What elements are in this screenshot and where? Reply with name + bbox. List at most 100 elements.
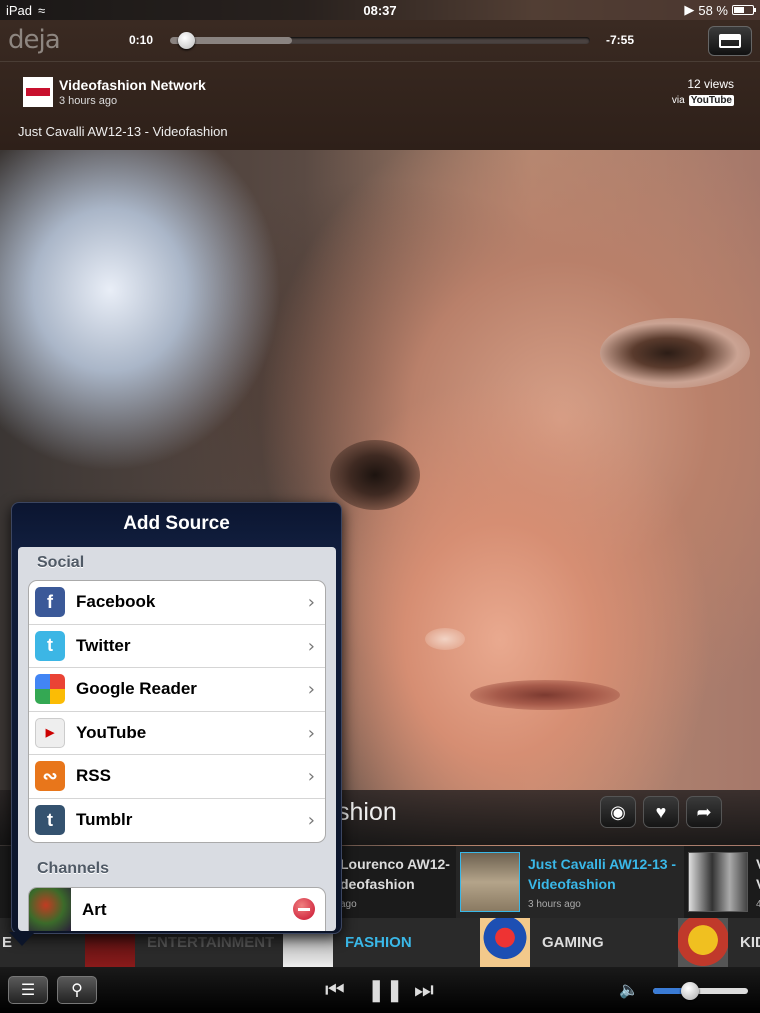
strip-item-time: ago: [340, 899, 357, 910]
section-header-social: Social: [37, 554, 85, 571]
strip-item[interactable]: V V 4: [686, 846, 760, 918]
volume-icon: 🔈: [619, 982, 639, 999]
play-indicator-icon: ▶: [684, 2, 695, 17]
battery-percent: 58 %: [698, 2, 728, 18]
scrubber-bar: deja 0:10 -7:55: [0, 20, 760, 62]
source-row-youtube[interactable]: ▶ YouTube ›: [29, 712, 325, 755]
search-button[interactable]: ⚲: [57, 976, 97, 1004]
twitter-icon: t: [35, 630, 65, 661]
source-row-facebook[interactable]: f Facebook ›: [29, 581, 325, 625]
list-button[interactable]: ☰: [8, 976, 48, 1004]
source-label: Tumblr: [76, 810, 133, 830]
category-title: shion: [337, 798, 397, 826]
strip-item-title: Just Cavalli AW12-13 -: [528, 856, 677, 872]
list-icon: ☰: [20, 982, 36, 999]
view-count: 12 views: [687, 77, 734, 91]
channel-tab[interactable]: KID: [678, 918, 760, 967]
chevron-right-icon: ›: [307, 766, 315, 787]
remaining-time: -7:55: [606, 33, 635, 47]
channel-tab[interactable]: GAMING: [480, 918, 604, 967]
elapsed-time: 0:10: [129, 33, 154, 47]
strip-item[interactable]: Lourenco AW12- deofashion ago: [335, 846, 455, 918]
mario-thumbnail: [480, 918, 530, 967]
youtube-icon: ▶: [35, 717, 65, 748]
chevron-right-icon: ›: [307, 679, 315, 700]
volume-slider[interactable]: [653, 982, 748, 1000]
video-detail-mouth: [470, 680, 620, 710]
source-row-art[interactable]: Art: [29, 888, 325, 931]
source-label: RSS: [76, 766, 111, 786]
youtube-logo-icon: YouTube: [688, 95, 734, 106]
art-thumbnail: [29, 888, 71, 931]
status-clock: 08:37: [363, 2, 397, 18]
video-detail-eye: [600, 318, 750, 388]
strip-item-title-2: deofashion: [340, 876, 415, 892]
pause-icon: ❚❚: [367, 977, 404, 1002]
like-button[interactable]: ♥: [643, 796, 679, 828]
strip-item-title: V: [756, 854, 760, 874]
channel-label: GAMING: [542, 934, 604, 951]
channel-label: ENTERTAINMENT: [147, 934, 275, 951]
source-label: YouTube: [76, 722, 147, 742]
skip-back-icon: ⏮: [325, 977, 345, 1002]
target-button[interactable]: ◉: [600, 796, 636, 828]
skip-forward-icon: ⏭: [414, 977, 434, 1002]
source-label: Google Reader: [76, 679, 197, 699]
wifi-icon: ≈: [38, 2, 46, 18]
chevron-right-icon: ›: [307, 809, 315, 831]
video-title: Just Cavalli AW12-13 - Videofashion: [18, 124, 228, 139]
rss-icon: ∾: [35, 761, 65, 792]
target-icon: ◉: [610, 801, 626, 822]
facebook-icon: f: [35, 587, 65, 618]
section-header-channels: Channels: [37, 860, 110, 877]
strip-item-title-2: Videofashion: [528, 876, 616, 892]
chevron-right-icon: ›: [307, 592, 315, 613]
strip-item-title: Lourenco AW12-: [340, 856, 450, 872]
playback-controls: ☰ ⚲ ⏮ ❚❚ ⏭ 🔈: [0, 967, 760, 1013]
via-label: via: [671, 95, 685, 106]
previous-button[interactable]: ⏮: [325, 977, 345, 1003]
source-row-twitter[interactable]: t Twitter ›: [29, 625, 325, 668]
source-row-tumblr[interactable]: t Tumblr ›: [29, 799, 325, 843]
share-button[interactable]: ➦: [686, 796, 722, 828]
video-detail-eye-left: [330, 440, 420, 510]
posted-time: 3 hours ago: [59, 95, 118, 107]
pause-button[interactable]: ❚❚: [367, 977, 404, 1003]
volume-knob[interactable]: [681, 982, 700, 1000]
strip-item-time: 3 hours ago: [528, 899, 581, 910]
tumblr-icon: t: [35, 805, 65, 836]
fullscreen-icon: [719, 34, 741, 48]
status-bar: iPad ≈ 08:37 ▶ 58 %: [0, 0, 760, 20]
progress-track[interactable]: [170, 32, 590, 49]
source-row-google-reader[interactable]: Google Reader ›: [29, 668, 325, 712]
device-name: iPad: [6, 2, 33, 18]
muppets-thumbnail: [678, 918, 728, 967]
via-source: via YouTube: [672, 95, 734, 106]
channel-label: FASHION: [345, 934, 412, 951]
strip-item-time: 4: [756, 899, 760, 910]
add-source-popover: Add Source Social f Facebook › t Twitter…: [11, 502, 342, 934]
heart-icon: ♥: [655, 801, 667, 822]
progress-knob[interactable]: [178, 32, 196, 49]
chevron-right-icon: ›: [307, 635, 315, 657]
search-icon: ⚲: [71, 982, 83, 999]
delete-icon[interactable]: [293, 898, 315, 920]
strip-item-active[interactable]: Just Cavalli AW12-13 - Videofashion 3 ho…: [456, 846, 684, 918]
channel-source-list: Art: [28, 887, 326, 931]
source-label: Facebook: [76, 592, 156, 612]
channel-avatar[interactable]: [23, 77, 53, 107]
social-source-list: f Facebook › t Twitter › Google Reader ›…: [28, 580, 326, 843]
channel-name[interactable]: Videofashion Network: [59, 77, 206, 93]
popover-title: Add Source: [123, 513, 230, 534]
chevron-right-icon: ›: [307, 722, 315, 744]
source-row-rss[interactable]: ∾ RSS ›: [29, 755, 325, 799]
strip-item-thumbnail: [688, 852, 748, 912]
source-label: Twitter: [76, 635, 131, 655]
strip-item-thumbnail: [460, 852, 520, 912]
popover-body: Social f Facebook › t Twitter › Google R…: [18, 547, 336, 931]
battery-icon: [732, 5, 756, 15]
google-reader-icon: [35, 674, 65, 705]
video-detail-highlight: [425, 628, 465, 650]
exit-fullscreen-button[interactable]: [708, 26, 752, 56]
next-button[interactable]: ⏭: [414, 977, 434, 1003]
